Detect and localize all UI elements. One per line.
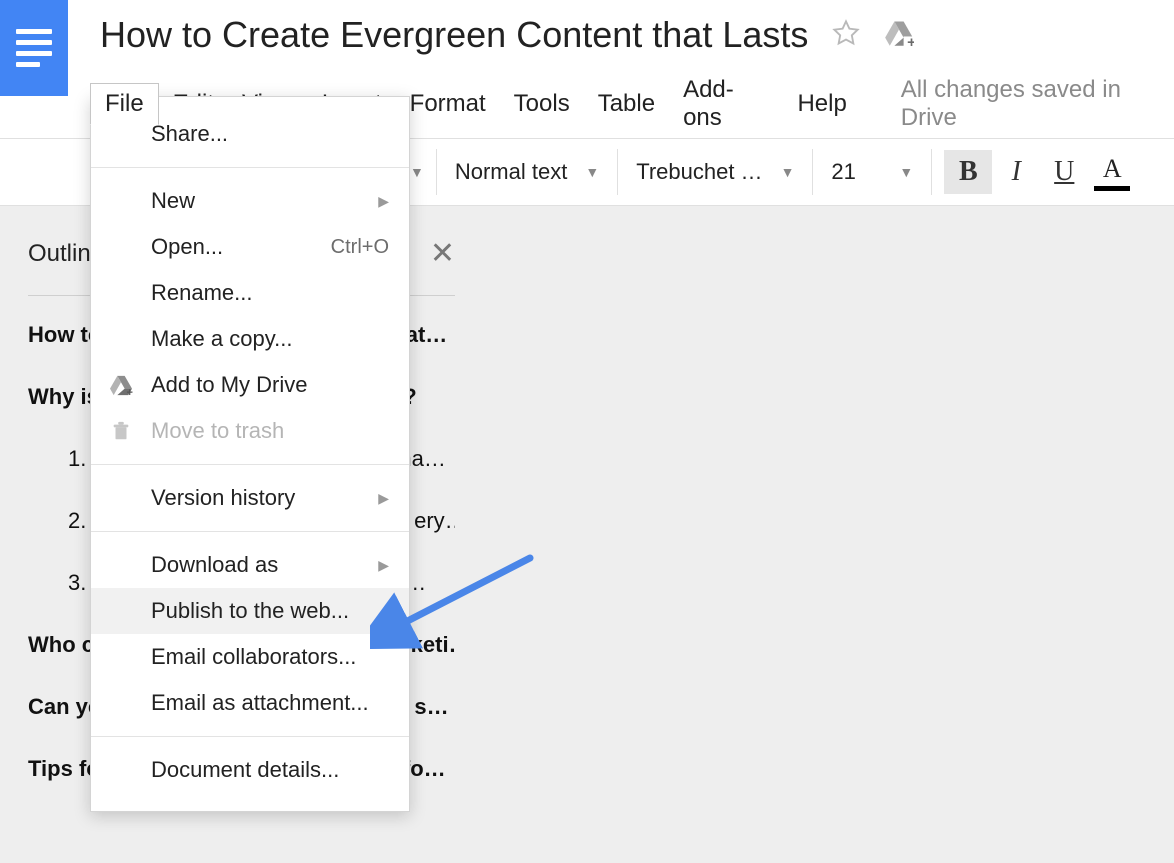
text-color-button[interactable]: A xyxy=(1088,150,1136,194)
menu-format[interactable]: Format xyxy=(396,84,500,124)
menu-new[interactable]: New ▶ xyxy=(91,178,409,224)
star-icon[interactable] xyxy=(832,14,860,56)
menu-publish-to-web[interactable]: Publish to the web... xyxy=(91,588,409,634)
text-color-bar xyxy=(1094,186,1130,191)
save-status: All changes saved in Drive xyxy=(901,76,1174,132)
menu-new-label: New xyxy=(151,188,195,214)
menu-help[interactable]: Help xyxy=(783,84,860,124)
trash-icon xyxy=(107,417,135,445)
paragraph-style-label: Normal text xyxy=(455,159,567,185)
file-dropdown-menu: Share... New ▶ Open... Ctrl+O Rename... … xyxy=(90,96,410,812)
menu-download-as-label: Download as xyxy=(151,552,278,578)
italic-button[interactable]: I xyxy=(992,150,1040,194)
menu-download-as[interactable]: Download as ▶ xyxy=(91,542,409,588)
font-size-dropdown[interactable]: 21 ▼ xyxy=(825,159,919,185)
menu-tools[interactable]: Tools xyxy=(500,84,584,124)
menu-email-attachment[interactable]: Email as attachment... xyxy=(91,680,409,726)
menu-file[interactable]: File xyxy=(90,83,159,125)
chevron-down-icon: ▼ xyxy=(899,164,913,180)
submenu-arrow-icon: ▶ xyxy=(378,193,389,210)
menu-document-details[interactable]: Document details... xyxy=(91,747,409,793)
submenu-arrow-icon: ▶ xyxy=(378,557,389,574)
menu-add-to-drive-label: Add to My Drive xyxy=(151,372,308,398)
font-size-value: 21 xyxy=(831,159,881,185)
docs-app-icon-lines xyxy=(16,29,52,67)
menu-addons[interactable]: Add-ons xyxy=(669,70,783,138)
menu-move-to-trash: Move to trash xyxy=(91,408,409,454)
menu-open-label: Open... xyxy=(151,234,223,260)
paragraph-style-dropdown[interactable]: Normal text ▼ xyxy=(449,159,605,185)
menu-add-to-drive[interactable]: + Add to My Drive xyxy=(91,362,409,408)
add-to-drive-icon[interactable]: + xyxy=(884,14,914,56)
close-icon[interactable]: ✕ xyxy=(430,236,455,271)
menu-open[interactable]: Open... Ctrl+O xyxy=(91,224,409,270)
font-family-dropdown[interactable]: Trebuchet … ▼ xyxy=(630,159,800,185)
chevron-down-icon: ▼ xyxy=(781,164,795,180)
menu-make-copy[interactable]: Make a copy... xyxy=(91,316,409,362)
toolbar-caret-left[interactable]: ▼ xyxy=(410,164,424,180)
menu-email-collaborators[interactable]: Email collaborators... xyxy=(91,634,409,680)
document-title[interactable]: How to Create Evergreen Content that Las… xyxy=(100,14,808,56)
drive-icon: + xyxy=(107,371,135,399)
svg-text:+: + xyxy=(907,34,914,47)
bold-button[interactable]: B xyxy=(944,150,992,194)
chevron-down-icon: ▼ xyxy=(585,164,599,180)
font-family-label: Trebuchet … xyxy=(636,159,762,185)
docs-app-icon[interactable] xyxy=(0,0,68,96)
svg-text:+: + xyxy=(127,387,133,396)
menu-move-to-trash-label: Move to trash xyxy=(151,418,284,444)
underline-button[interactable]: U xyxy=(1040,150,1088,194)
submenu-arrow-icon: ▶ xyxy=(378,490,389,507)
menu-version-history[interactable]: Version history ▶ xyxy=(91,475,409,521)
menu-version-history-label: Version history xyxy=(151,485,295,511)
menu-open-shortcut: Ctrl+O xyxy=(331,236,389,259)
menu-table[interactable]: Table xyxy=(584,84,669,124)
menu-rename[interactable]: Rename... xyxy=(91,270,409,316)
text-color-glyph: A xyxy=(1103,154,1122,184)
